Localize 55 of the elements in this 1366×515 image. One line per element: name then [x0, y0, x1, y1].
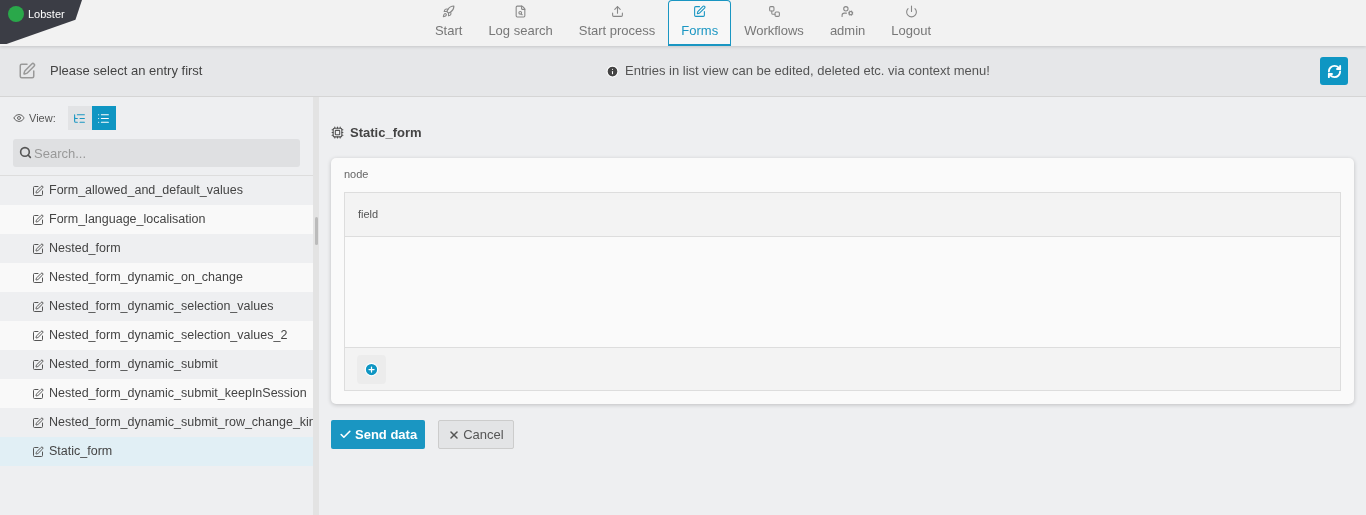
- edit-icon: [32, 358, 44, 371]
- add-icon: [364, 361, 379, 377]
- logo[interactable]: Lobster: [0, 0, 82, 44]
- toolbar-title: Please select an entry first: [50, 62, 204, 81]
- edit-icon: [32, 242, 44, 255]
- field-header: field: [358, 207, 379, 223]
- list-item[interactable]: Nested_form_dynamic_selection_values_2: [0, 321, 313, 350]
- list-item[interactable]: Nested_form_dynamic_on_change: [0, 263, 313, 292]
- nav-tab[interactable]: admin: [816, 0, 879, 46]
- edit-icon: [32, 329, 44, 342]
- chip-icon: [331, 126, 344, 140]
- node-label: node: [344, 166, 370, 182]
- close-icon: [448, 428, 461, 441]
- nav-tab[interactable]: Log search: [475, 0, 566, 46]
- list-item[interactable]: Nested_form_dynamic_submit_keepInSession: [0, 379, 313, 408]
- list-view-button[interactable]: [91, 106, 116, 130]
- nav-tab[interactable]: Workflows: [731, 0, 817, 46]
- edit-icon: [693, 4, 707, 18]
- edit-icon: [32, 416, 44, 429]
- refresh-button[interactable]: [1320, 57, 1348, 85]
- eye-icon: [13, 112, 25, 124]
- nav-tab[interactable]: Start: [421, 0, 476, 46]
- info-icon: [606, 64, 619, 78]
- rocket-icon: [442, 5, 456, 19]
- user-settings-icon: [841, 5, 855, 19]
- edit-icon: [32, 445, 44, 458]
- check-icon: [339, 428, 352, 441]
- edit-icon: [18, 62, 36, 80]
- edit-icon: [32, 300, 44, 313]
- tree-view-button[interactable]: [67, 106, 92, 130]
- form-title: Static_form: [350, 124, 422, 142]
- nav-tab[interactable]: Start process: [565, 0, 669, 46]
- edit-icon: [32, 184, 44, 197]
- list-item[interactable]: Static_form: [0, 437, 313, 466]
- search-icon: [19, 146, 32, 159]
- search-field[interactable]: Search...: [13, 139, 300, 167]
- edit-icon: [32, 271, 44, 284]
- hint-text: Entries in list view can be edited, deleted etc. via context menu!: [625, 62, 990, 81]
- edit-icon: [32, 213, 44, 226]
- upload-icon: [610, 5, 624, 19]
- logo-text: Lobster: [28, 7, 65, 22]
- refresh-icon: [1326, 63, 1342, 79]
- view-label: View:: [29, 110, 56, 126]
- list-item[interactable]: Form_language_localisation: [0, 205, 313, 234]
- list-icon: [97, 111, 111, 125]
- cancel-button[interactable]: Cancel: [438, 420, 514, 449]
- edit-icon: [32, 387, 44, 400]
- power-icon: [904, 5, 918, 19]
- tree-icon: [73, 111, 87, 125]
- lobster-logo-icon: [8, 6, 24, 22]
- add-button[interactable]: [357, 354, 386, 384]
- resize-handle[interactable]: [314, 217, 318, 245]
- nav-tab[interactable]: Logout: [878, 0, 945, 46]
- document-search-icon: [514, 5, 528, 19]
- workflow-icon: [767, 5, 781, 19]
